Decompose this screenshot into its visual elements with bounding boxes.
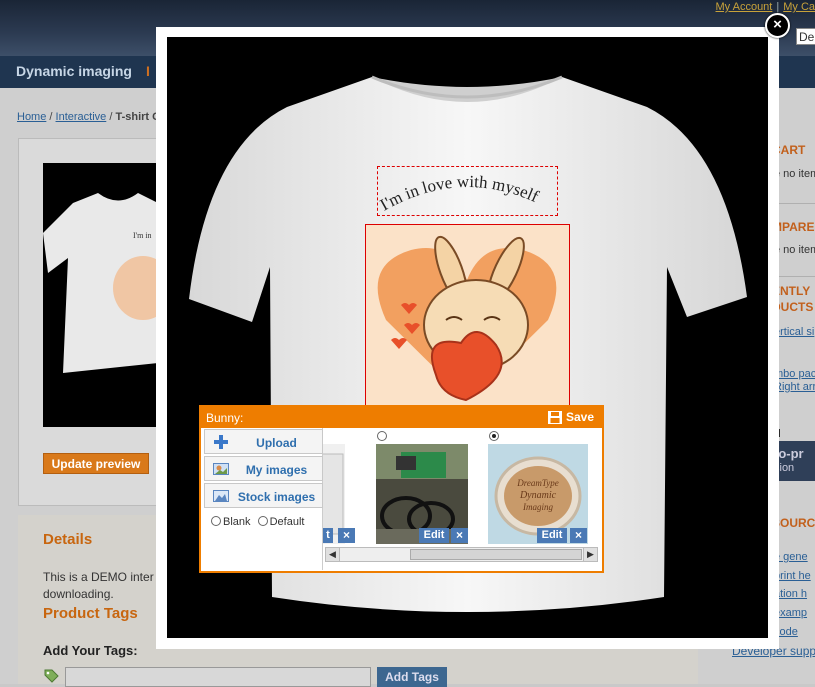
design-text: I'm in love with myself [378, 172, 542, 215]
radio-default-circle[interactable] [258, 516, 268, 526]
top-links-separator: | [776, 1, 779, 13]
compare-empty-text: e no item [774, 244, 815, 256]
tab-label: Stock images [235, 490, 318, 504]
radio-blank[interactable]: Blank [211, 516, 251, 528]
image-gallery: t × Edit × DreamType Dynamic Imaging Edi… [323, 429, 600, 548]
add-tags-button[interactable]: Add Tags [377, 667, 447, 687]
my-images-icon [213, 462, 229, 476]
radio-blank-circle[interactable] [211, 516, 221, 526]
stock-images-icon [213, 489, 229, 503]
tags-input[interactable] [65, 667, 371, 687]
delete-button[interactable]: × [451, 528, 468, 543]
resource-link[interactable]: print he [774, 570, 811, 582]
update-preview-button[interactable]: Update preview [43, 453, 149, 474]
breadcrumb-separator: / [49, 111, 52, 123]
thumbnail-text-1: DreamType [516, 478, 559, 488]
thumbnail-select-radio[interactable] [489, 431, 499, 441]
edit-button[interactable]: t [323, 528, 333, 543]
resource-link[interactable]: e gene [774, 551, 808, 563]
radio-default-label: Default [270, 516, 305, 528]
promo-line-2: sion [774, 461, 815, 476]
design-text-layer[interactable]: I'm in love with myself [377, 166, 558, 216]
radio-default[interactable]: Default [258, 516, 305, 528]
add-tags-label: Add Your Tags: [43, 643, 138, 658]
thumbnail-select-radio[interactable] [377, 431, 387, 441]
tab-my-images[interactable]: My images [204, 456, 323, 481]
thumbnail-text-3: Imaging [522, 502, 553, 512]
nav-item-dynamic-imaging[interactable]: Dynamic imaging [16, 63, 132, 79]
edit-button[interactable]: Edit [537, 528, 567, 543]
save-label: Save [566, 410, 594, 424]
top-links: My Account| My Ca [716, 1, 815, 13]
tag-icon [43, 668, 59, 684]
breadcrumb-separator: / [109, 111, 112, 123]
product-tags-heading: Product Tags [43, 605, 138, 622]
background-options: Blank Default [211, 516, 304, 528]
recent-product-link[interactable]: Right arr [774, 381, 815, 393]
cart-empty-text: e no item [774, 168, 815, 180]
promo-line-1: to-pr [774, 446, 815, 461]
radio-blank-label: Blank [223, 516, 251, 528]
details-text-line-1: This is a DEMO inter [43, 569, 163, 586]
details-description: This is a DEMO inter downloading. [43, 569, 163, 603]
product-preview-image: I'm in [43, 163, 158, 427]
thumbnail-text-2: Dynamic [519, 490, 557, 501]
editor-panel-header: Bunny: Save [201, 407, 602, 428]
my-account-link[interactable]: My Account [716, 1, 773, 13]
editor-tabs: Upload My images Stock images [202, 428, 323, 570]
tab-upload[interactable]: Upload [204, 429, 323, 454]
tab-label: My images [235, 463, 318, 477]
details-heading: Details [43, 531, 92, 548]
floppy-disk-icon [548, 411, 562, 424]
recent-product-link[interactable]: mbo pac [774, 368, 815, 380]
save-button[interactable]: Save [548, 410, 594, 424]
recent-product-link[interactable]: ertical si [774, 326, 814, 338]
breadcrumb: Home / Interactive / T-shirt C [17, 111, 160, 123]
editor-panel-title: Bunny: [206, 411, 243, 425]
language-select[interactable]: De [796, 28, 815, 45]
tab-stock-images[interactable]: Stock images [204, 483, 323, 508]
plus-icon [213, 435, 229, 449]
scroll-right-arrow-icon[interactable]: ▶ [583, 548, 597, 561]
breadcrumb-home[interactable]: Home [17, 111, 46, 123]
bunny-image [366, 225, 569, 405]
breadcrumb-current: T-shirt C [115, 111, 160, 123]
details-text-line-2: downloading. [43, 586, 163, 603]
breadcrumb-interactive[interactable]: Interactive [56, 111, 107, 123]
edit-button[interactable]: Edit [419, 528, 449, 543]
gallery-scrollbar[interactable]: ◀ ▶ [325, 547, 598, 562]
close-modal-button[interactable]: × [765, 13, 790, 38]
my-cart-link[interactable]: My Ca [783, 1, 815, 13]
delete-button[interactable]: × [570, 528, 587, 543]
delete-button[interactable]: × [338, 528, 355, 543]
nav-item-interactive[interactable]: I [146, 63, 150, 79]
svg-text:I'm in: I'm in [133, 231, 152, 240]
tab-label: Upload [235, 436, 318, 450]
scroll-left-arrow-icon[interactable]: ◀ [326, 548, 340, 561]
scrollbar-thumb[interactable] [410, 549, 582, 560]
svg-text:I'm in love with myself: I'm in love with myself [378, 172, 542, 215]
design-image-layer[interactable] [365, 224, 570, 406]
